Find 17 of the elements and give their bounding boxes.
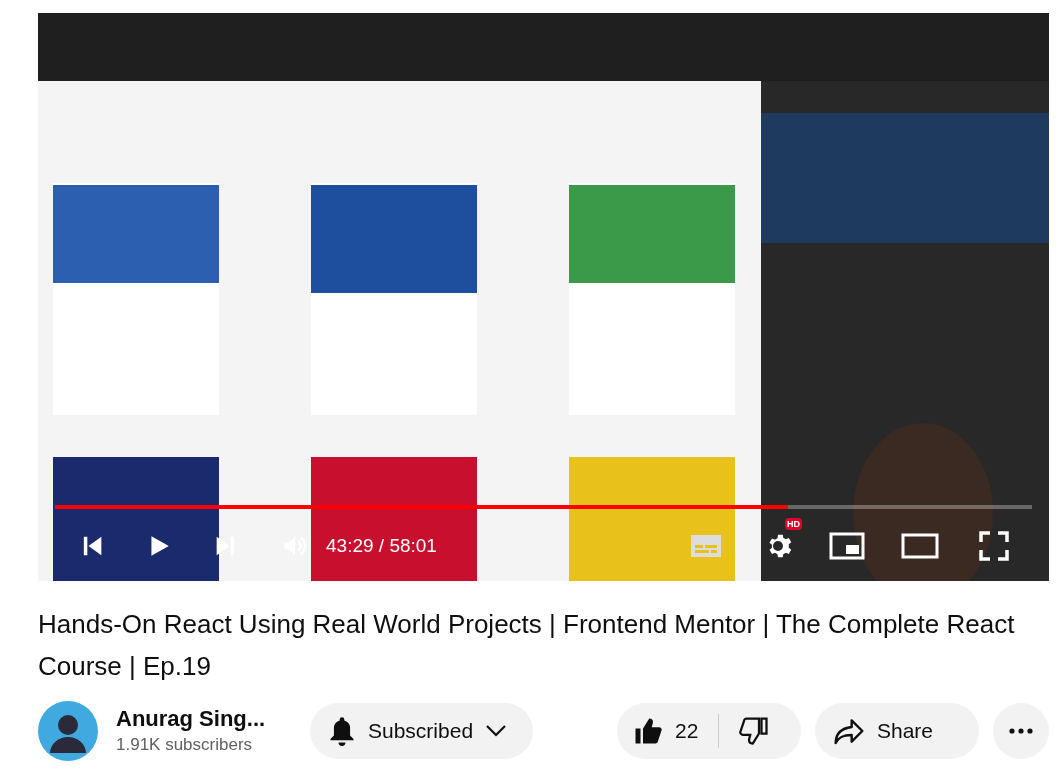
time-display: 43:29 / 58:01 — [326, 533, 437, 558]
share-icon — [833, 717, 865, 745]
chevron-down-icon — [485, 724, 508, 738]
miniplayer-icon[interactable] — [829, 532, 865, 560]
channel-name[interactable]: Anurag Sing... — [116, 705, 292, 733]
bell-icon — [328, 716, 356, 746]
theater-icon[interactable] — [901, 532, 939, 560]
more-icon — [1009, 728, 1033, 734]
thumbs-down-icon — [739, 716, 770, 746]
subscriber-count: 1.91K subscribers — [116, 734, 254, 756]
hd-badge: HD — [785, 518, 802, 530]
share-button[interactable]: Share — [815, 703, 979, 759]
channel-avatar[interactable] — [38, 701, 98, 761]
thumbs-up-icon — [633, 716, 663, 746]
video-title: Hands-On React Using Real World Projects | Frontend Mentor | The Complete React Course | Ep.19 — [38, 608, 1016, 683]
fullscreen-icon[interactable] — [979, 531, 1009, 561]
subscribed-button[interactable]: Subscribed — [310, 703, 533, 759]
